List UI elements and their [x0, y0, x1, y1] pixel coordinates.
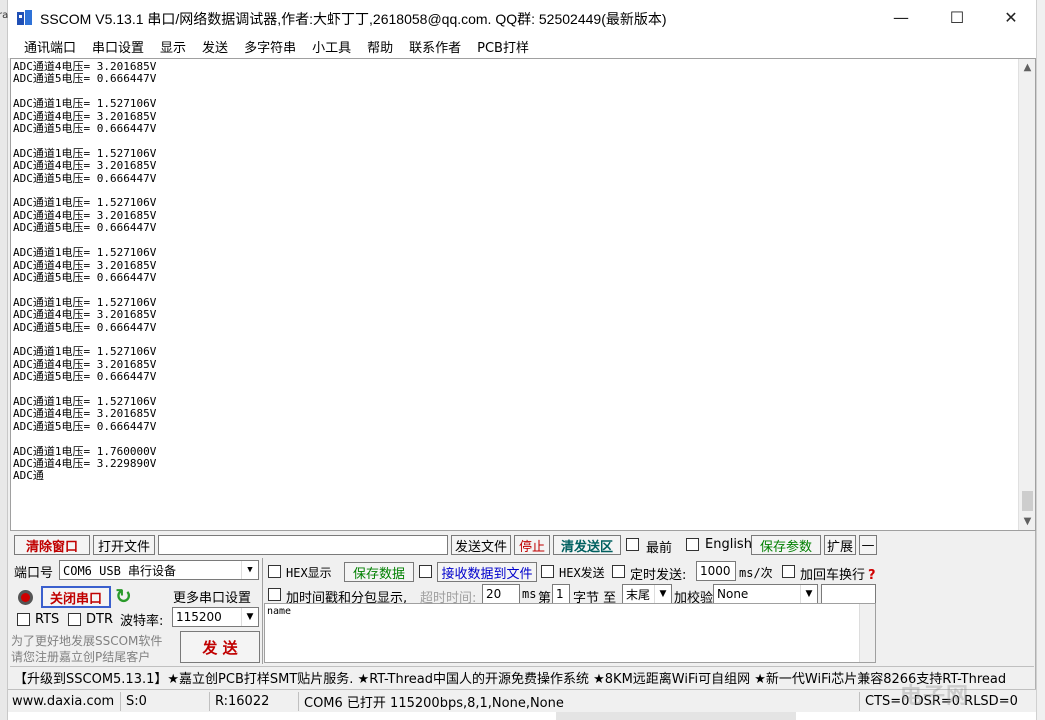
receive-scrollbar[interactable]: ▲ ▼	[1018, 59, 1035, 530]
collapse-button[interactable]: —	[859, 535, 877, 555]
save-params-button[interactable]: 保存参数	[751, 535, 821, 555]
chevron-down-icon[interactable]: ▼	[241, 608, 258, 626]
baud-select-value: 115200	[176, 610, 222, 624]
taskbar-fragment	[556, 712, 796, 720]
menu-pcb[interactable]: PCB打样	[469, 37, 537, 56]
chevron-down-icon[interactable]: ▼	[241, 561, 258, 579]
hex-send-checkbox[interactable]	[541, 565, 554, 578]
english-label: English	[705, 537, 752, 552]
recv-to-file-button[interactable]: 接收数据到文件	[437, 562, 537, 582]
rts-label: RTS	[35, 612, 60, 627]
baud-select[interactable]: 115200 ▼	[172, 607, 259, 627]
add-crlf-label: 加回车换行	[800, 568, 866, 583]
clear-send-button[interactable]: 清发送区	[553, 535, 621, 555]
checksum-select[interactable]: None ▼	[713, 584, 818, 604]
checksum-value: None	[717, 587, 749, 601]
english-checkbox[interactable]	[686, 538, 699, 551]
expand-button[interactable]: 扩展	[824, 535, 856, 555]
checksum-result	[821, 584, 876, 604]
window-title: SSCOM V5.13.1 串口/网络数据调试器,作者:大虾丁丁,2618058…	[40, 11, 667, 27]
open-file-button[interactable]: 打开文件	[93, 535, 155, 555]
desktop-fragment: ra	[0, 10, 9, 21]
desktop-right-edge	[1036, 0, 1045, 720]
clear-window-button[interactable]: 清除窗口	[14, 535, 90, 555]
timeout-unit: ms	[522, 587, 537, 601]
status-received: R:16022	[211, 692, 299, 711]
menu-send[interactable]: 发送	[194, 37, 236, 56]
stop-button[interactable]: 停止	[514, 535, 550, 555]
ad-banner[interactable]: 【升级到SSCOM5.13.1】★嘉立创PCB打样SMT贴片服务. ★RT-Th…	[10, 666, 1034, 688]
scroll-thumb[interactable]	[1022, 491, 1033, 511]
timed-send-label: 定时发送:	[630, 568, 687, 583]
status-port-state: COM6 已打开 115200bps,8,1,None,None	[300, 692, 860, 711]
close-button[interactable]: ✕	[988, 0, 1034, 34]
status-bar: www.daxia.com S:0 R:16022 COM6 已打开 11520…	[8, 689, 1036, 712]
maximize-button[interactable]: ☐	[934, 0, 980, 34]
help-icon[interactable]: ?	[868, 568, 876, 583]
port-select-value: COM6 USB 串行设备	[63, 563, 177, 578]
watermark-logo: 电子网	[900, 684, 970, 709]
promo-line-2: 请您注册嘉立创P结尾客户	[11, 650, 151, 664]
app-icon	[17, 10, 32, 25]
byte-end-value: 末尾	[626, 587, 651, 602]
byte-index-input[interactable]: 1	[552, 584, 570, 604]
recv-to-file-checkbox[interactable]	[419, 565, 432, 578]
dtr-label: DTR	[86, 612, 113, 627]
menu-comm-port[interactable]: 通讯端口	[16, 37, 84, 56]
receive-area[interactable]: ADC通道4电压= 3.201685V ADC通道5电压= 0.666447V …	[10, 58, 1036, 531]
rts-checkbox[interactable]	[17, 613, 30, 626]
send-scrollbar[interactable]	[859, 604, 875, 662]
refresh-icon[interactable]: ↻	[115, 586, 135, 606]
menu-help[interactable]: 帮助	[359, 37, 401, 56]
baud-label: 波特率:	[120, 614, 164, 629]
save-data-button[interactable]: 保存数据	[344, 562, 414, 582]
more-settings-link[interactable]: 更多串口设置	[173, 587, 251, 606]
chevron-down-icon[interactable]: ▼	[800, 585, 817, 603]
scroll-up-icon[interactable]: ▲	[1019, 59, 1035, 76]
timed-send-checkbox[interactable]	[612, 565, 625, 578]
hex-display-checkbox[interactable]	[268, 565, 281, 578]
record-icon	[18, 590, 33, 605]
status-sent: S:0	[122, 692, 210, 711]
sscom-window: SSCOM V5.13.1 串口/网络数据调试器,作者:大虾丁丁,2618058…	[8, 0, 1036, 712]
panel-divider	[262, 558, 263, 664]
hex-display-label: HEX显示	[286, 566, 332, 580]
port-label: 端口号	[14, 566, 54, 581]
topmost-checkbox[interactable]	[626, 538, 639, 551]
dtr-checkbox[interactable]	[68, 613, 81, 626]
status-site[interactable]: www.daxia.com	[8, 692, 121, 711]
promo-line-1: 为了更好地发展SSCOM软件	[11, 634, 163, 648]
menu-contact[interactable]: 联系作者	[401, 37, 469, 56]
add-crlf-checkbox[interactable]	[782, 565, 795, 578]
menu-tools[interactable]: 小工具	[304, 37, 359, 56]
send-file-button[interactable]: 发送文件	[451, 535, 511, 555]
desktop-left-edge: ra	[0, 0, 8, 720]
topmost-label: 最前	[646, 541, 673, 556]
timestamp-checkbox[interactable]	[268, 588, 281, 601]
timeout-input[interactable]: 20	[482, 584, 520, 604]
scroll-down-icon[interactable]: ▼	[1019, 513, 1035, 530]
menu-display[interactable]: 显示	[152, 37, 194, 56]
menu-port-settings[interactable]: 串口设置	[84, 37, 152, 56]
send-button[interactable]: 发 送	[180, 631, 260, 663]
byte-end-select[interactable]: 末尾 ▼	[622, 584, 672, 604]
interval-input[interactable]: 1000	[696, 561, 736, 581]
menu-bar: 通讯端口 串口设置 显示 发送 多字符串 小工具 帮助 联系作者 PCB打样	[8, 34, 1036, 58]
file-path-input[interactable]	[158, 535, 448, 555]
port-select[interactable]: COM6 USB 串行设备 ▼	[59, 560, 259, 580]
hex-send-label: HEX发送	[559, 566, 605, 580]
send-text: name	[267, 606, 292, 617]
title-bar[interactable]: SSCOM V5.13.1 串口/网络数据调试器,作者:大虾丁丁,2618058…	[8, 0, 1036, 34]
chevron-down-icon[interactable]: ▼	[654, 585, 671, 603]
receive-text: ADC通道4电压= 3.201685V ADC通道5电压= 0.666447V …	[13, 60, 157, 483]
close-port-button[interactable]: 关闭串口	[41, 586, 111, 608]
send-textarea[interactable]: name	[264, 603, 876, 663]
interval-unit: ms/次	[739, 566, 773, 580]
menu-multi-string[interactable]: 多字符串	[236, 37, 304, 56]
minimize-button[interactable]: —	[878, 0, 924, 34]
